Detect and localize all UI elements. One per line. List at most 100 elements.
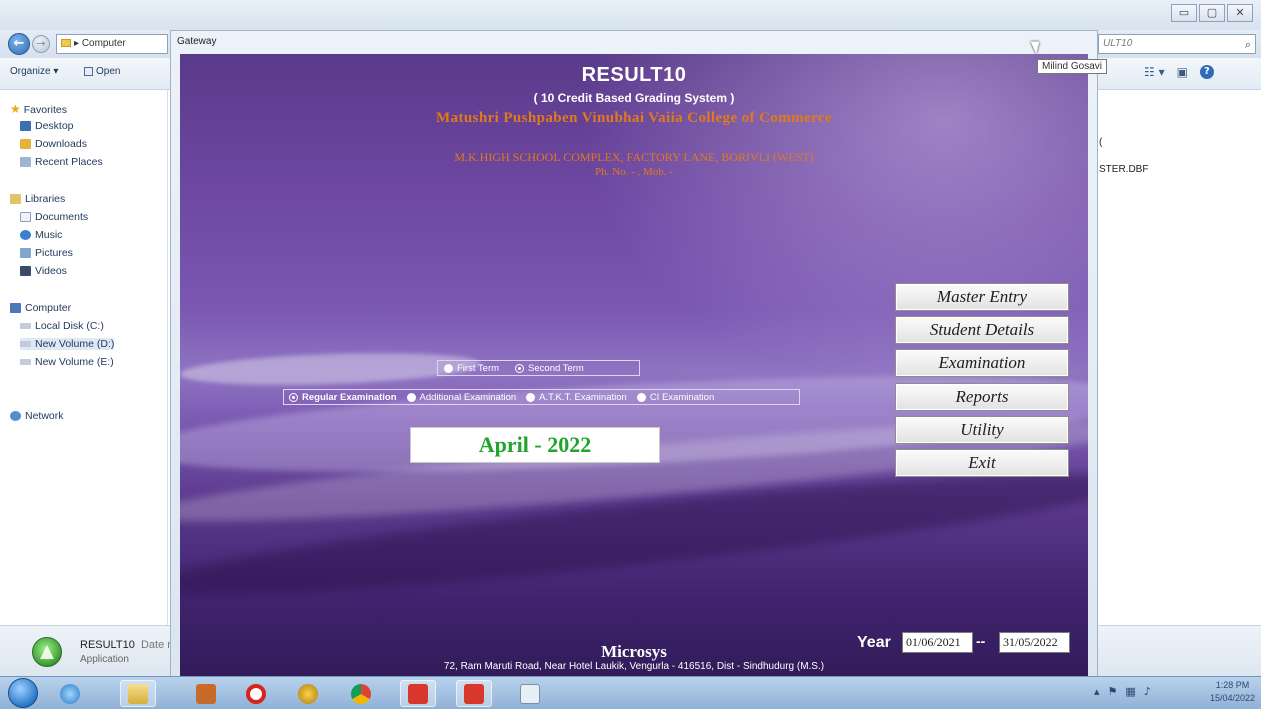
nav-favorites[interactable]: ★ Favorites bbox=[10, 102, 67, 116]
app-title: RESULT10 bbox=[581, 64, 687, 86]
open-label: Open bbox=[96, 66, 121, 77]
drive-icon bbox=[20, 359, 31, 366]
taskbar: ▴ ⚑ ▦ ♪ 1:28 PM 15/04/2022 bbox=[0, 676, 1261, 709]
taskbar-explorer-icon[interactable] bbox=[120, 680, 156, 707]
nav-videos[interactable]: Videos bbox=[20, 265, 67, 277]
nav-documents[interactable]: Documents bbox=[20, 211, 88, 223]
taskbar-app-icon[interactable] bbox=[456, 680, 492, 707]
tooltip: Milind Gosavi bbox=[1037, 59, 1108, 74]
nav-pictures[interactable]: Pictures bbox=[20, 247, 73, 259]
nav-desktop[interactable]: Desktop bbox=[20, 120, 74, 132]
flag-icon[interactable]: ⚑ bbox=[1108, 685, 1118, 698]
nav-computer[interactable]: Computer bbox=[10, 302, 71, 314]
view-options-icon[interactable]: ☷ ▾ bbox=[1144, 65, 1165, 79]
search-text: ULT10 bbox=[1103, 38, 1133, 49]
minimize-icon[interactable]: ▭ bbox=[1171, 4, 1197, 22]
radio-label: First Term bbox=[457, 362, 500, 374]
open-icon bbox=[84, 66, 93, 76]
nav-music[interactable]: Music bbox=[20, 229, 62, 241]
nav-disk-c[interactable]: Local Disk (C:) bbox=[20, 320, 104, 332]
clock[interactable]: 1:28 PM 15/04/2022 bbox=[1210, 679, 1255, 705]
details-filename: RESULT10 bbox=[80, 639, 135, 651]
radio-second-term[interactable]: Second Term bbox=[515, 363, 584, 374]
downloads-icon bbox=[20, 139, 31, 150]
clock-time: 1:28 PM bbox=[1215, 680, 1250, 690]
volume-icon[interactable]: ♪ bbox=[1144, 685, 1151, 698]
radio-label: CI Examination bbox=[649, 391, 715, 403]
radio-first-term[interactable]: First Term bbox=[444, 363, 499, 374]
nav-label: Favorites bbox=[23, 104, 67, 116]
radio-atkt-exam[interactable]: A.T.K.T. Examination bbox=[526, 392, 627, 403]
details-type: Application bbox=[80, 654, 129, 665]
internet-explorer-icon bbox=[60, 683, 80, 704]
nav-downloads[interactable]: Downloads bbox=[20, 138, 87, 150]
nav-label: Computer bbox=[25, 302, 72, 314]
radio-label: Regular Examination bbox=[302, 391, 397, 403]
back-arrow-icon[interactable]: ← bbox=[8, 33, 30, 55]
nav-label: Libraries bbox=[25, 193, 66, 205]
radio-regular-exam[interactable]: Regular Examination bbox=[289, 392, 397, 403]
reports-button[interactable]: Reports bbox=[895, 383, 1069, 411]
nav-network[interactable]: Network bbox=[10, 410, 64, 422]
radio-additional-exam[interactable]: Additional Examination bbox=[406, 391, 517, 403]
close-icon[interactable]: ✕ bbox=[1227, 4, 1253, 22]
radio-label: Additional Examination bbox=[419, 391, 517, 403]
nav-recent[interactable]: Recent Places bbox=[20, 156, 103, 168]
system-tray: ▴ ⚑ ▦ ♪ bbox=[1094, 685, 1151, 698]
examination-button[interactable]: Examination bbox=[895, 349, 1069, 377]
nav-disk-e[interactable]: New Volume (E:) bbox=[20, 356, 114, 368]
drive-icon bbox=[20, 341, 31, 348]
taskbar-app-icon[interactable] bbox=[290, 680, 326, 707]
taskbar-app-icon[interactable] bbox=[400, 680, 436, 707]
college-phone: Ph. No. - , Mob. - bbox=[595, 166, 673, 178]
maximize-icon[interactable]: ▢ bbox=[1199, 4, 1225, 22]
nav-disk-d[interactable]: New Volume (D:) bbox=[20, 338, 115, 350]
folder-icon bbox=[128, 683, 148, 704]
search-input[interactable]: ULT10 ⌕ bbox=[1098, 34, 1256, 54]
file-fragment[interactable]: STER.DBF bbox=[1099, 164, 1148, 175]
nav-libraries[interactable]: Libraries bbox=[10, 193, 65, 205]
details-name: RESULT10 Date r bbox=[80, 639, 171, 651]
app-subtitle: ( 10 Credit Based Grading System ) bbox=[533, 91, 735, 105]
taskbar-app-icon[interactable] bbox=[188, 680, 224, 707]
search-icon[interactable]: ⌕ bbox=[1245, 36, 1251, 54]
taskbar-chrome-icon[interactable] bbox=[343, 680, 379, 707]
radio-dot bbox=[444, 363, 453, 373]
nav-label: New Volume (E:) bbox=[35, 356, 114, 368]
student-details-button[interactable]: Student Details bbox=[895, 316, 1069, 344]
nav-label: Music bbox=[35, 229, 63, 241]
navigation-pane: ★ Favorites Desktop Downloads Recent Plac… bbox=[0, 90, 168, 625]
drive-icon bbox=[20, 323, 31, 330]
opera-icon bbox=[246, 683, 266, 704]
taskbar-ie-icon[interactable] bbox=[52, 680, 88, 707]
session-display: April - 2022 bbox=[410, 427, 660, 463]
nav-label: Documents bbox=[35, 211, 89, 223]
help-icon[interactable]: ? bbox=[1199, 65, 1214, 79]
recent-places-icon bbox=[20, 157, 31, 168]
open-button[interactable]: Open bbox=[84, 66, 120, 77]
radio-dot bbox=[526, 392, 536, 402]
application-icon bbox=[32, 637, 62, 667]
radio-ci-exam[interactable]: CI Examination bbox=[636, 391, 715, 403]
tray-arrow-icon[interactable]: ▴ bbox=[1094, 685, 1100, 698]
documents-icon bbox=[20, 212, 31, 223]
network-tray-icon[interactable]: ▦ bbox=[1125, 685, 1135, 698]
organize-button[interactable]: Organize ▾ bbox=[10, 66, 58, 77]
preview-pane-icon[interactable]: ▣ bbox=[1177, 65, 1188, 79]
taskbar-opera-icon[interactable] bbox=[238, 680, 274, 707]
address-bar[interactable]: ▸ Computer bbox=[56, 34, 168, 54]
utility-button[interactable]: Utility bbox=[895, 416, 1069, 444]
forward-arrow-icon[interactable]: → bbox=[32, 35, 50, 53]
master-entry-button[interactable]: Master Entry bbox=[895, 283, 1069, 311]
app-icon bbox=[408, 683, 428, 704]
exam-radio-group: Regular Examination Additional Examinati… bbox=[283, 389, 800, 405]
nav-label: Local Disk (C:) bbox=[35, 320, 104, 332]
college-address: M.K.HIGH SCHOOL COMPLEX, FACTORY LANE, B… bbox=[454, 150, 814, 164]
exit-button[interactable]: Exit bbox=[895, 449, 1069, 477]
radio-label: Second Term bbox=[528, 362, 584, 374]
taskbar-app-icon[interactable] bbox=[512, 680, 548, 707]
start-button-icon[interactable] bbox=[8, 678, 38, 708]
nav-label: Network bbox=[25, 410, 64, 422]
app-client-area: RESULT10 ( 10 Credit Based Grading Syste… bbox=[180, 54, 1088, 691]
window-title: Gateway bbox=[177, 36, 217, 47]
